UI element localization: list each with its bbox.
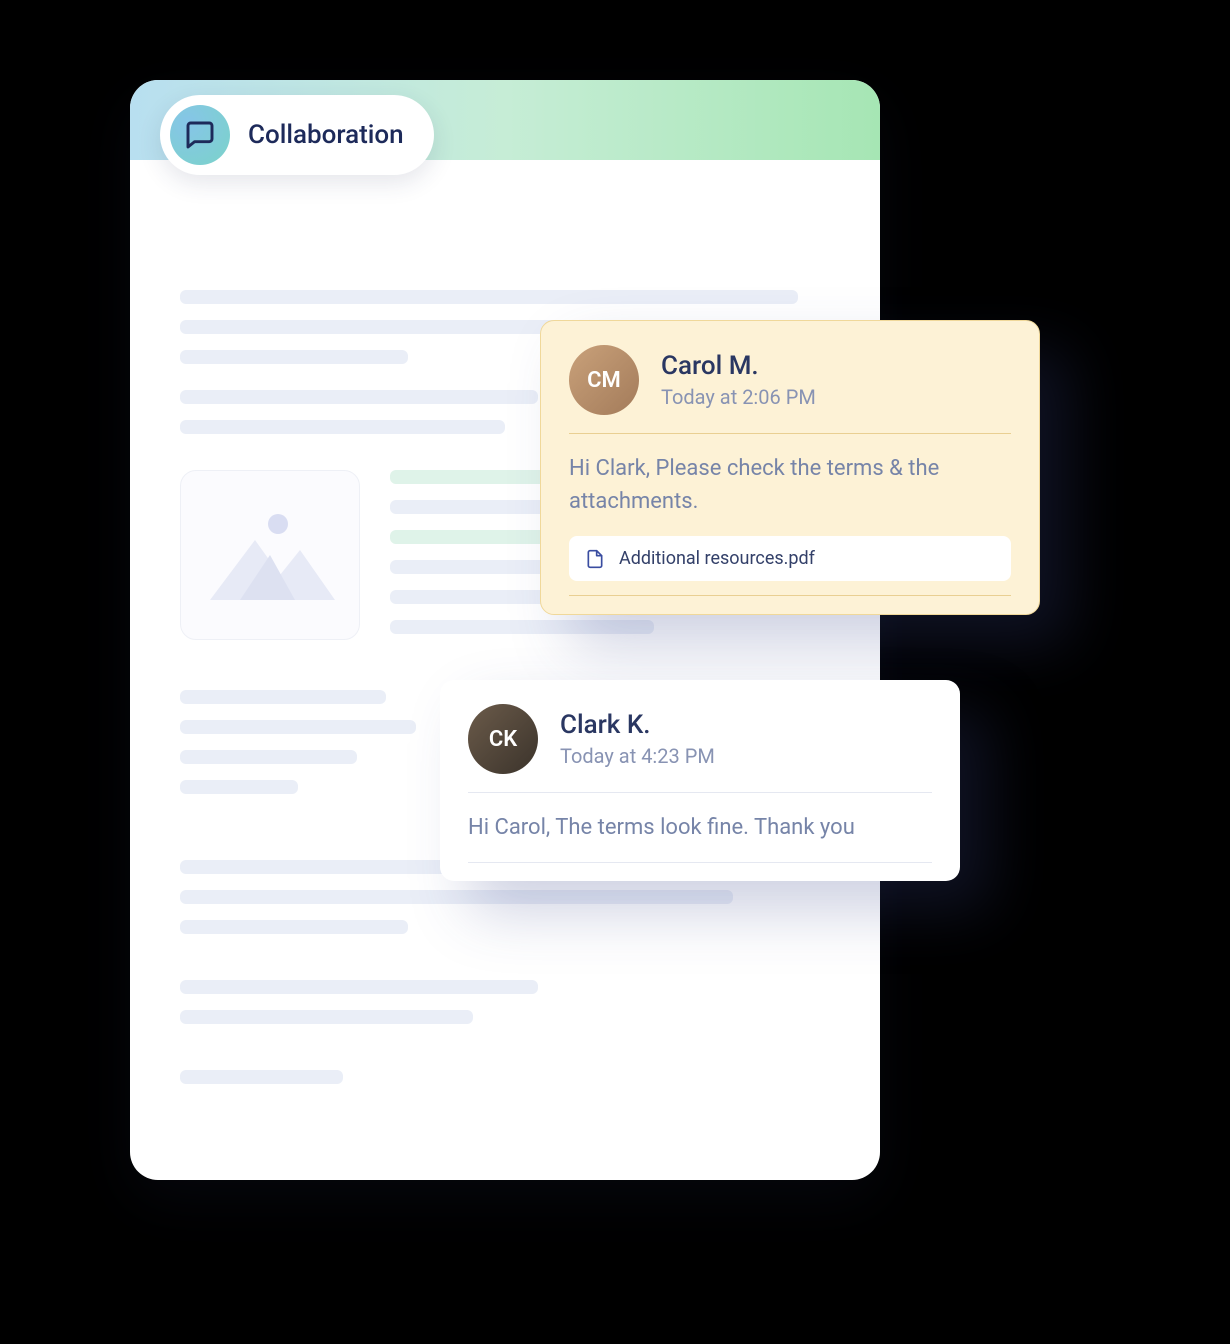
comment-message: Hi Carol, The terms look fine. Thank you [468,811,932,844]
comment-card-clark[interactable]: CK Clark K. Today at 4:23 PM Hi Carol, T… [440,680,960,881]
divider [468,792,932,793]
avatar: CK [468,704,538,774]
comment-author: Carol M. [661,351,816,381]
document-card [130,80,880,1180]
avatar: CM [569,345,639,415]
document-body [130,160,880,1140]
comment-card-carol[interactable]: CM Carol M. Today at 2:06 PM Hi Clark, P… [540,320,1040,615]
collaboration-label: Collaboration [248,120,404,150]
comment-author: Clark K. [560,710,715,740]
comment-message: Hi Clark, Please check the terms & the a… [569,452,1011,518]
chat-bubble-icon [170,105,230,165]
file-icon [585,549,605,569]
attachment-chip[interactable]: Additional resources.pdf [569,536,1011,581]
image-placeholder [180,470,360,640]
comment-time: Today at 4:23 PM [560,744,715,768]
comment-time: Today at 2:06 PM [661,385,816,409]
divider [569,595,1011,596]
collaboration-pill: Collaboration [160,95,434,175]
attachment-filename: Additional resources.pdf [619,548,815,569]
divider [569,433,1011,434]
divider [468,862,932,863]
